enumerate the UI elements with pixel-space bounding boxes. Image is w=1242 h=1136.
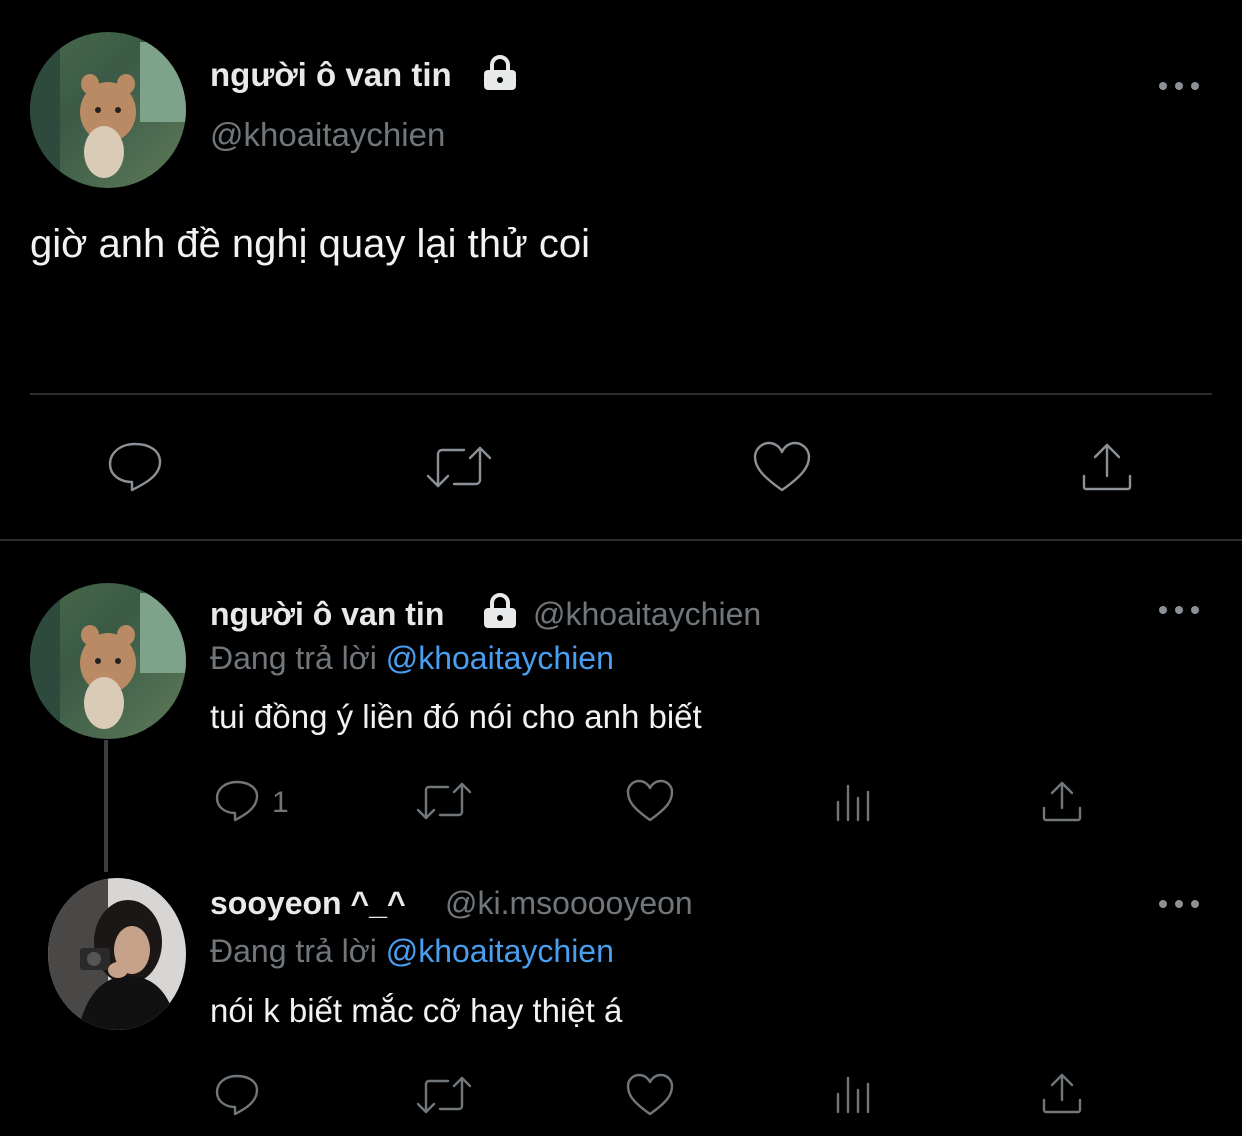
reply-icon[interactable]: [213, 1072, 261, 1123]
retweet-icon[interactable]: [414, 780, 474, 827]
avatar[interactable]: [30, 32, 186, 188]
share-icon[interactable]: [1040, 778, 1084, 829]
mention-link[interactable]: @khoaitaychien: [386, 640, 614, 676]
display-name[interactable]: người ô van tin: [210, 596, 444, 633]
reply-icon[interactable]: [213, 778, 261, 829]
mention-link[interactable]: @khoaitaychien: [386, 933, 614, 969]
more-horizontal-icon[interactable]: [1158, 64, 1200, 98]
thread-line: [104, 740, 108, 872]
lock-icon: [481, 54, 519, 97]
replying-to: Đang trả lời @khoaitaychien: [210, 933, 614, 970]
replying-to: Đang trả lời @khoaitaychien: [210, 640, 614, 677]
like-icon[interactable]: [752, 440, 812, 499]
analytics-icon[interactable]: [834, 1072, 878, 1121]
divider: [30, 393, 1212, 395]
tweet-text: giờ anh đề nghị quay lại thử coi: [30, 222, 591, 266]
lock-icon: [481, 592, 519, 635]
replying-prefix: Đang trả lời: [210, 640, 377, 676]
display-name[interactable]: sooyeon ^_^: [210, 885, 406, 922]
more-horizontal-icon[interactable]: [1158, 897, 1200, 915]
more-horizontal-icon[interactable]: [1158, 603, 1200, 621]
tweet-text: nói k biết mắc cỡ hay thiệt á: [210, 992, 623, 1029]
section-divider: [0, 539, 1242, 541]
like-icon[interactable]: [625, 1072, 675, 1123]
like-icon[interactable]: [625, 778, 675, 829]
retweet-icon[interactable]: [424, 442, 494, 497]
reply-icon[interactable]: [106, 440, 164, 499]
retweet-icon[interactable]: [414, 1074, 474, 1121]
handle[interactable]: @khoaitaychien: [533, 596, 761, 633]
reply-count: 1: [272, 786, 289, 819]
replying-prefix: Đang trả lời: [210, 933, 377, 969]
analytics-icon[interactable]: [834, 780, 878, 829]
share-icon[interactable]: [1040, 1070, 1084, 1121]
tweet-text: tui đồng ý liền đó nói cho anh biết: [210, 698, 702, 735]
handle[interactable]: @ki.msooooyeon: [445, 885, 693, 922]
avatar[interactable]: [48, 878, 186, 1030]
display-name[interactable]: người ô van tin: [210, 56, 452, 94]
share-icon[interactable]: [1080, 440, 1134, 499]
avatar[interactable]: [30, 583, 186, 739]
handle[interactable]: @khoaitaychien: [210, 116, 445, 154]
